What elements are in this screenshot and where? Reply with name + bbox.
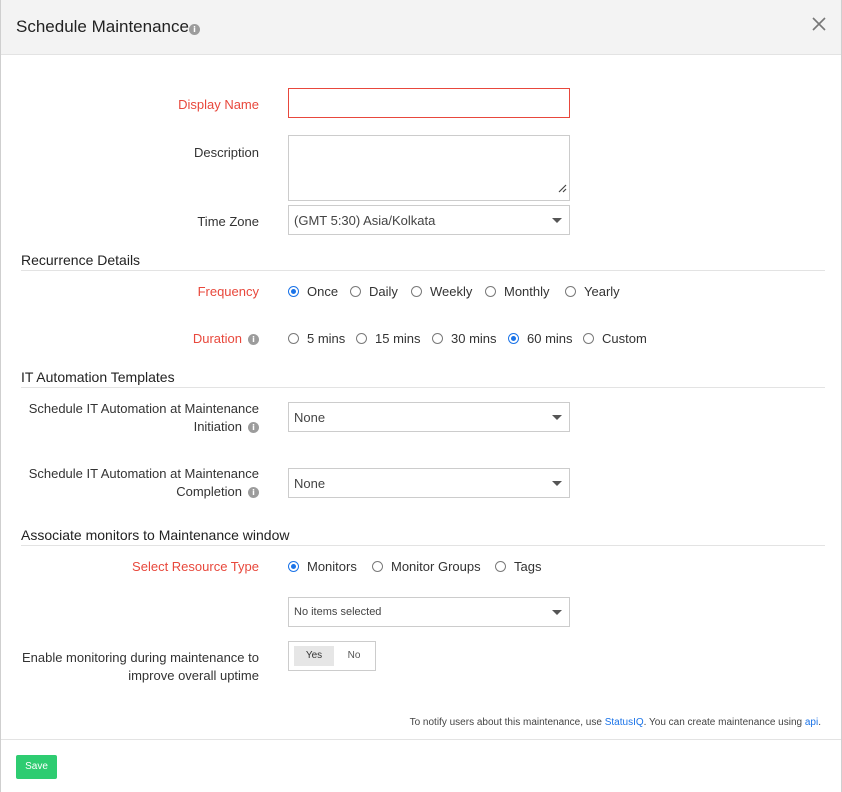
automation-initiation-select[interactable]: None xyxy=(288,402,570,432)
radio-button[interactable] xyxy=(565,286,576,297)
info-icon[interactable]: i xyxy=(248,422,259,434)
radio-button[interactable] xyxy=(288,561,299,572)
description-label: Description xyxy=(193,145,259,160)
info-icon[interactable]: i xyxy=(248,334,259,346)
frequency-label: Frequency xyxy=(197,284,259,299)
time-zone-label: Time Zone xyxy=(197,214,259,229)
statusiq-link[interactable]: StatusIQ xyxy=(605,717,644,728)
toggle-yes-option[interactable]: Yes xyxy=(294,646,334,666)
radio-button[interactable] xyxy=(411,286,422,297)
schedule-maintenance-dialog: Schedule Maintenance i Display Name Desc… xyxy=(0,0,842,792)
section-associate-monitors: Associate monitors to Maintenance window xyxy=(21,527,825,546)
chevron-down-icon xyxy=(552,415,562,420)
save-button[interactable]: Save xyxy=(16,755,57,779)
chevron-down-icon xyxy=(552,481,562,486)
dialog-footer: Save xyxy=(1,739,841,792)
dialog-header: Schedule Maintenance i xyxy=(1,0,841,55)
info-icon[interactable]: i xyxy=(248,487,259,499)
radio-button[interactable] xyxy=(372,561,383,572)
radio-button[interactable] xyxy=(288,286,299,297)
resize-grip-icon[interactable] xyxy=(558,180,567,198)
resource-type-label: Select Resource Type xyxy=(132,559,259,574)
radio-button[interactable] xyxy=(485,286,496,297)
radio-button[interactable] xyxy=(350,286,361,297)
chevron-down-icon xyxy=(552,610,562,615)
description-textarea[interactable] xyxy=(288,135,570,201)
radio-button[interactable] xyxy=(288,333,299,344)
monitor-items-select[interactable]: No items selected xyxy=(288,597,570,627)
radio-button[interactable] xyxy=(356,333,367,344)
radio-button[interactable] xyxy=(583,333,594,344)
display-name-label: Display Name xyxy=(178,97,259,112)
api-link[interactable]: api xyxy=(805,717,818,728)
automation-completion-select[interactable]: None xyxy=(288,468,570,498)
section-it-automation-templates: IT Automation Templates xyxy=(21,369,825,388)
duration-label: Duration i xyxy=(193,330,259,348)
chevron-down-icon xyxy=(552,218,562,223)
radio-button[interactable] xyxy=(432,333,443,344)
close-icon[interactable] xyxy=(811,16,827,32)
automation-initiation-label: Schedule IT Automation at Maintenance In… xyxy=(28,401,259,434)
radio-button[interactable] xyxy=(508,333,519,344)
enable-monitoring-toggle: Yes No xyxy=(288,641,376,671)
toggle-no-option[interactable]: No xyxy=(339,646,369,666)
section-recurrence-details: Recurrence Details xyxy=(21,252,825,271)
automation-completion-label: Schedule IT Automation at Maintenance Co… xyxy=(28,466,259,499)
display-name-input[interactable] xyxy=(288,88,570,118)
maintenance-note: To notify users about this maintenance, … xyxy=(409,717,821,728)
info-icon[interactable]: i xyxy=(189,24,200,35)
enable-monitoring-label: Enable monitoring during maintenance to … xyxy=(21,650,259,683)
dialog-title: Schedule Maintenance xyxy=(16,17,189,36)
radio-button[interactable] xyxy=(495,561,506,572)
time-zone-select[interactable]: (GMT 5:30) Asia/Kolkata xyxy=(288,205,570,235)
